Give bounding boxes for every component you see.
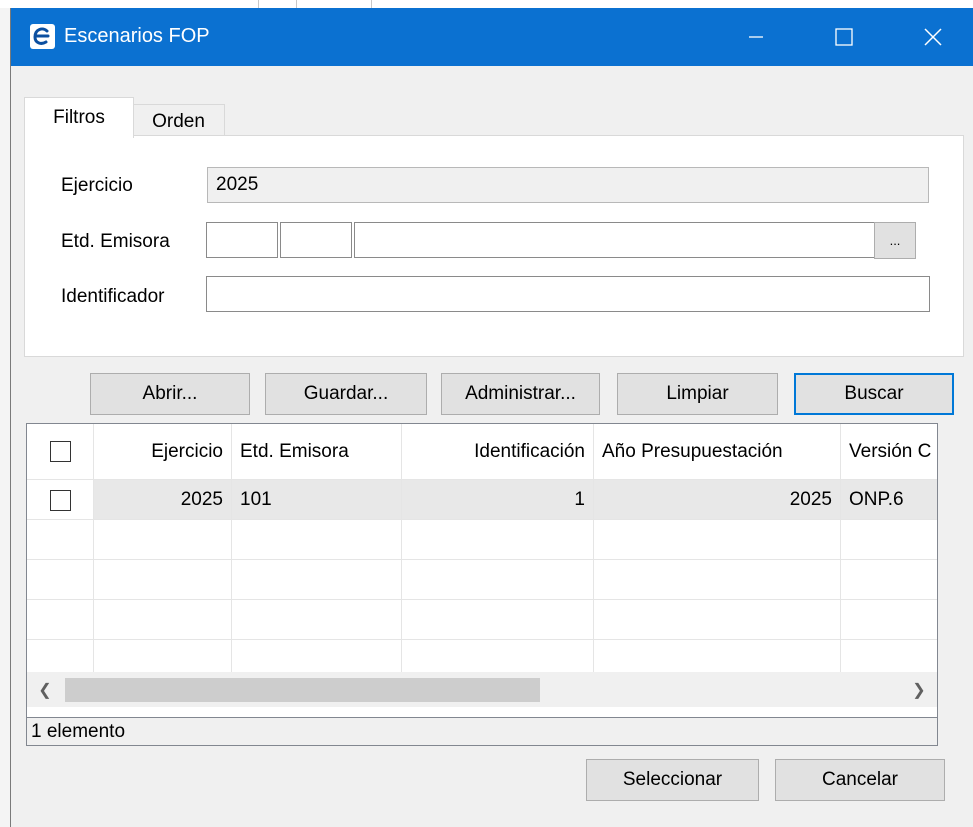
horizontal-scrollbar[interactable]: ❮ ❯ xyxy=(27,672,937,707)
administrar-button[interactable]: Administrar... xyxy=(441,373,600,415)
emisora-field-1[interactable] xyxy=(206,222,278,258)
minimize-icon xyxy=(749,36,763,38)
emisora-field-3[interactable] xyxy=(354,222,880,258)
scroll-right-arrow-icon[interactable]: ❯ xyxy=(901,672,937,707)
tab-orden[interactable]: Orden xyxy=(132,104,225,138)
maximize-icon xyxy=(835,28,853,46)
cell-ejercicio: 2025 xyxy=(94,480,232,520)
table-row[interactable]: 2025 101 1 2025 ONP.6 xyxy=(27,479,937,520)
title-bar[interactable]: Escenarios FOP xyxy=(11,8,973,66)
seleccionar-button[interactable]: Seleccionar xyxy=(586,759,759,801)
background-window-strip xyxy=(0,0,973,8)
cell-anio: 2025 xyxy=(594,480,841,520)
window-title: Escenarios FOP xyxy=(64,25,210,47)
ejercicio-field[interactable]: 2025 xyxy=(207,167,929,203)
table-row-empty xyxy=(27,519,937,560)
scroll-left-arrow-icon[interactable]: ❮ xyxy=(27,672,63,707)
cell-emisora: 101 xyxy=(232,480,402,520)
emisora-field-2[interactable] xyxy=(280,222,352,258)
table-header: Ejercicio Etd. Emisora Identificación Añ… xyxy=(27,424,937,479)
buscar-button[interactable]: Buscar xyxy=(794,373,954,415)
status-count: 1 elemento xyxy=(26,718,938,746)
guardar-button[interactable]: Guardar... xyxy=(265,373,427,415)
table-row-empty xyxy=(27,599,937,640)
select-all-checkbox[interactable] xyxy=(49,441,71,462)
minimize-button[interactable] xyxy=(731,8,781,66)
abrir-button[interactable]: Abrir... xyxy=(90,373,250,415)
emisora-browse-button[interactable]: ... xyxy=(874,222,916,259)
app-logo-icon xyxy=(30,24,55,49)
col-ejercicio[interactable]: Ejercicio xyxy=(94,424,232,479)
ejercicio-label: Ejercicio xyxy=(61,175,133,196)
col-identificacion[interactable]: Identificación xyxy=(402,424,594,479)
col-anio-presupuestacion[interactable]: Año Presupuestación xyxy=(594,424,841,479)
col-version[interactable]: Versión C xyxy=(841,424,937,479)
results-table: Ejercicio Etd. Emisora Identificación Añ… xyxy=(26,423,938,718)
scrollbar-thumb[interactable] xyxy=(65,678,540,702)
close-icon xyxy=(924,28,942,46)
col-etd-emisora[interactable]: Etd. Emisora xyxy=(232,424,402,479)
table-row-empty xyxy=(27,639,937,673)
identificador-label: Identificador xyxy=(61,286,165,307)
maximize-button[interactable] xyxy=(819,8,869,66)
tab-filtros[interactable]: Filtros xyxy=(24,97,134,138)
row-checkbox[interactable] xyxy=(49,489,71,511)
select-all-cell xyxy=(27,424,94,479)
limpiar-button[interactable]: Limpiar xyxy=(617,373,778,415)
cell-version: ONP.6 xyxy=(841,480,937,520)
cell-identificacion: 1 xyxy=(402,480,594,520)
row-select-cell xyxy=(27,480,94,520)
identificador-field[interactable] xyxy=(206,276,930,312)
table-row-empty xyxy=(27,559,937,600)
emisora-label: Etd. Emisora xyxy=(61,231,170,252)
close-button[interactable] xyxy=(908,8,958,66)
cancelar-button[interactable]: Cancelar xyxy=(775,759,945,801)
